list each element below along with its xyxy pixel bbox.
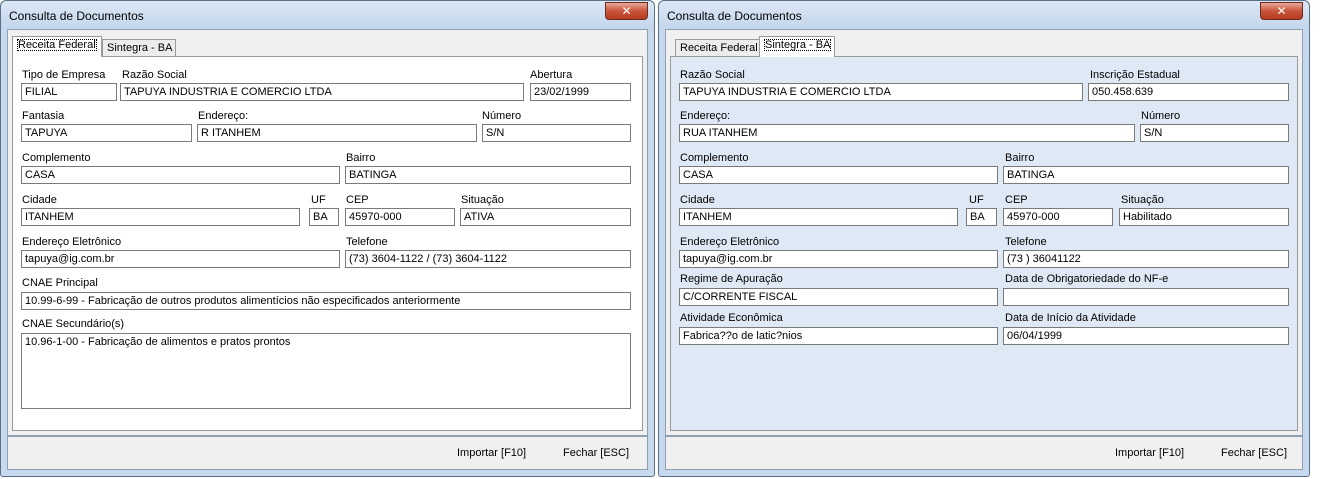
window-title: Consulta de Documentos: [9, 9, 144, 23]
bairro-label: Bairro: [1005, 152, 1035, 164]
fantasia-field[interactable]: TAPUYA: [21, 124, 192, 142]
cnae-secundario-label: CNAE Secundário(s): [22, 318, 125, 330]
receita-panel: Tipo de Empresa Razão Social Abertura FI…: [12, 56, 643, 431]
atividade-field[interactable]: Fabrica??o de latic?nios: [679, 327, 998, 345]
telefone-field[interactable]: (73 ) 36041122: [1003, 250, 1289, 268]
uf-label: UF: [311, 194, 326, 206]
endereco-field[interactable]: R ITANHEM: [197, 124, 477, 142]
fantasia-label: Fantasia: [22, 110, 65, 122]
atividade-label: Atividade Econômica: [680, 312, 783, 324]
button-bar: Importar [F10] Fechar [ESC]: [7, 436, 648, 470]
bairro-field[interactable]: BATINGA: [1003, 166, 1289, 184]
situacao-field[interactable]: Habilitado: [1119, 208, 1289, 226]
razao-social-label: Razão Social: [680, 69, 745, 81]
cnae-secundario-field[interactable]: 10.96-1-00 - Fabricação de alimentos e p…: [21, 333, 631, 409]
situacao-field[interactable]: ATIVA: [460, 208, 631, 226]
telefone-field[interactable]: (73) 3604-1122 / (73) 3604-1122: [345, 250, 631, 268]
email-field[interactable]: tapuya@ig.com.br: [21, 250, 340, 268]
telefone-label: Telefone: [1005, 236, 1047, 248]
importar-button[interactable]: Importar [F10]: [457, 447, 526, 459]
consulta-window-receita: Consulta de Documentos ✕ Receita Federal…: [0, 0, 655, 477]
cidade-label: Cidade: [22, 194, 57, 206]
situacao-label: Situação: [1121, 194, 1164, 206]
close-icon: ✕: [1276, 4, 1287, 18]
email-field[interactable]: tapuya@ig.com.br: [679, 250, 998, 268]
email-label: Endereço Eletrônico: [22, 236, 122, 248]
inscricao-field[interactable]: 050.458.639: [1088, 83, 1289, 101]
bairro-field[interactable]: BATINGA: [345, 166, 631, 184]
email-label: Endereço Eletrônico: [680, 236, 780, 248]
razao-social-field[interactable]: TAPUYA INDUSTRIA E COMERCIO LTDA: [120, 83, 524, 101]
cidade-field[interactable]: ITANHEM: [679, 208, 958, 226]
complemento-field[interactable]: CASA: [679, 166, 998, 184]
telefone-label: Telefone: [346, 236, 388, 248]
cep-label: CEP: [346, 194, 369, 206]
endereco-label: Endereço:: [198, 110, 249, 122]
uf-field[interactable]: BA: [309, 208, 339, 226]
data-inicio-label: Data de Início da Atividade: [1005, 312, 1136, 324]
tab-label: Sintegra - BA: [764, 39, 832, 51]
numero-field[interactable]: S/N: [1140, 124, 1289, 142]
cnae-principal-label: CNAE Principal: [22, 277, 98, 289]
razao-social-field[interactable]: TAPUYA INDUSTRIA E COMERCIO LTDA: [679, 83, 1083, 101]
data-obrigatoriedade-field[interactable]: [1003, 288, 1289, 306]
importar-button[interactable]: Importar [F10]: [1115, 447, 1184, 459]
tipo-empresa-field[interactable]: FILIAL: [21, 83, 117, 101]
consulta-window-sintegra: Consulta de Documentos ✕ Receita Federal…: [658, 0, 1310, 477]
tab-label: Receita Federal: [680, 42, 758, 54]
cidade-label: Cidade: [680, 194, 715, 206]
title-bar[interactable]: Consulta de Documentos ✕: [1, 1, 654, 29]
tipo-empresa-label: Tipo de Empresa: [22, 69, 106, 81]
uf-label: UF: [969, 194, 984, 206]
close-button[interactable]: ✕: [1260, 2, 1303, 20]
client-area: Receita Federal Sintegra - BA Razão Soci…: [665, 29, 1303, 436]
tab-receita-federal[interactable]: Receita Federal: [675, 39, 761, 56]
data-obrigatoriedade-label: Data de Obrigatoriedade do NF-e: [1005, 273, 1169, 285]
cnae-principal-field[interactable]: 10.99-6-99 - Fabricação de outros produt…: [21, 292, 631, 310]
complemento-label: Complemento: [680, 152, 749, 164]
complemento-label: Complemento: [22, 152, 91, 164]
sintegra-panel: Razão Social Inscrição Estadual TAPUYA I…: [670, 56, 1298, 431]
data-inicio-field[interactable]: 06/04/1999: [1003, 327, 1289, 345]
regime-field[interactable]: C/CORRENTE FISCAL: [679, 288, 998, 306]
numero-field[interactable]: S/N: [482, 124, 631, 142]
tab-label: Sintegra - BA: [107, 42, 173, 54]
window-title: Consulta de Documentos: [667, 9, 802, 23]
tab-receita-federal[interactable]: Receita Federal: [12, 36, 102, 57]
razao-social-label: Razão Social: [122, 69, 187, 81]
tab-sintegra-ba[interactable]: Sintegra - BA: [759, 36, 835, 57]
client-area: Receita Federal Sintegra - BA Tipo de Em…: [7, 29, 648, 436]
abertura-label: Abertura: [530, 69, 573, 81]
cep-field[interactable]: 45970-000: [1003, 208, 1113, 226]
uf-field[interactable]: BA: [966, 208, 997, 226]
button-bar: Importar [F10] Fechar [ESC]: [665, 436, 1303, 470]
endereco-label: Endereço:: [680, 110, 731, 122]
tab-label: Receita Federal: [17, 39, 97, 51]
inscricao-label: Inscrição Estadual: [1090, 69, 1180, 81]
cep-label: CEP: [1005, 194, 1028, 206]
cep-field[interactable]: 45970-000: [345, 208, 455, 226]
fechar-button[interactable]: Fechar [ESC]: [563, 447, 629, 459]
fechar-button[interactable]: Fechar [ESC]: [1221, 447, 1287, 459]
endereco-field[interactable]: RUA ITANHEM: [679, 124, 1135, 142]
title-bar[interactable]: Consulta de Documentos ✕: [659, 1, 1309, 29]
bairro-label: Bairro: [346, 152, 376, 164]
numero-label: Número: [482, 110, 522, 122]
abertura-field[interactable]: 23/02/1999: [530, 83, 631, 101]
close-button[interactable]: ✕: [605, 2, 648, 20]
cidade-field[interactable]: ITANHEM: [21, 208, 300, 226]
numero-label: Número: [1141, 110, 1181, 122]
close-icon: ✕: [621, 4, 632, 18]
situacao-label: Situação: [461, 194, 504, 206]
complemento-field[interactable]: CASA: [21, 166, 340, 184]
regime-label: Regime de Apuração: [680, 273, 783, 285]
tab-sintegra-ba[interactable]: Sintegra - BA: [102, 39, 176, 56]
